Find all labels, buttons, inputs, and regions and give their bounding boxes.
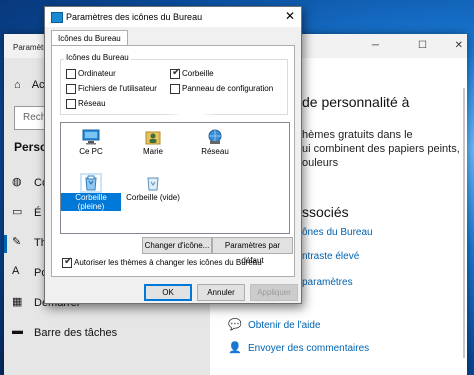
brush-icon: ✎ <box>12 236 22 248</box>
checkmark-icon: ✔ <box>64 256 73 267</box>
list-item-corbeille-vide[interactable]: Corbeille (vide) <box>123 175 183 202</box>
user-folder-icon <box>145 131 161 145</box>
tab-panel: Icônes du Bureau Ordinateur ✔ Corbeille … <box>51 45 295 277</box>
palette-icon: ◍ <box>12 176 22 188</box>
related-settings-heading: ssociés <box>302 204 349 220</box>
sidebar-home[interactable]: ⌂ Ac <box>14 79 45 91</box>
home-label: Ac <box>31 79 45 91</box>
screen-icon: ▭ <box>12 206 23 218</box>
ok-button[interactable]: OK <box>144 284 192 301</box>
scrollbar[interactable] <box>463 88 465 358</box>
checkbox-box[interactable]: ✔ <box>170 67 181 79</box>
list-item-marie[interactable]: Marie <box>123 129 183 156</box>
list-item-ce-pc[interactable]: Ce PC <box>61 129 121 156</box>
computer-icon <box>82 129 100 145</box>
dialog-title: Paramètres des icônes du Bureau <box>66 12 203 22</box>
change-icon-button[interactable]: Changer d'icône... <box>142 237 212 254</box>
feedback-link[interactable]: Envoyer des commentaires <box>248 343 369 354</box>
content-text-line: ui combinent des papiers peints, <box>302 143 460 155</box>
sync-settings-link[interactable]: paramètres <box>302 277 353 288</box>
checkmark-icon: ✔ <box>172 67 181 78</box>
start-icon: ▦ <box>12 296 23 308</box>
tab-desktop-icons[interactable]: Icônes du Bureau <box>51 30 128 46</box>
checkbox-label: Autoriser les thèmes à changer les icône… <box>74 258 262 267</box>
checkbox-label: Réseau <box>78 99 106 108</box>
taskbar-icon: ▬ <box>12 325 23 337</box>
checkbox-box[interactable]: ✔ <box>62 256 73 268</box>
recycle-bin-full-icon <box>85 175 97 191</box>
get-help-link[interactable]: Obtenir de l'aide <box>248 320 321 331</box>
list-item-corbeille-pleine[interactable]: Corbeille (pleine) <box>61 175 121 211</box>
high-contrast-link[interactable]: ntraste élevé <box>302 251 359 262</box>
content-heading: de personnalité à <box>302 94 410 110</box>
dialog-titlebar: Paramètres des icônes du Bureau ✕ <box>45 7 301 27</box>
search-placeholder: Rech <box>23 112 47 123</box>
close-icon[interactable]: ✕ <box>455 40 463 51</box>
network-icon <box>208 129 222 144</box>
checkbox-label: Corbeille <box>182 69 214 78</box>
checkbox-box[interactable] <box>66 84 76 94</box>
apply-button[interactable]: Appliquer <box>250 284 298 301</box>
checkbox-label: Fichiers de l'utilisateur <box>78 84 157 93</box>
checkbox-label: Ordinateur <box>78 69 116 78</box>
icon-caption: Ce PC <box>79 147 103 156</box>
feedback-icon: 👤 <box>228 342 242 354</box>
list-item-reseau[interactable]: Réseau <box>185 129 245 156</box>
checkbox-box[interactable] <box>66 69 76 79</box>
help-icon: 💬 <box>228 319 242 331</box>
dialog-app-icon <box>51 12 63 23</box>
icon-caption: Corbeille (pleine) <box>61 193 121 211</box>
close-icon[interactable]: ✕ <box>285 9 295 23</box>
icon-list: Ce PC Marie Réseau Corbeille (pleine) Co… <box>60 122 290 234</box>
desktop-icons-link[interactable]: ônes du Bureau <box>302 227 373 238</box>
cancel-button[interactable]: Annuler <box>197 284 245 301</box>
font-icon: A <box>12 265 20 277</box>
sidebar-item-label: Barre des tâches <box>34 327 118 339</box>
groupbox-label: Icônes du Bureau <box>64 53 131 62</box>
sidebar-item-taskbar[interactable]: ▬ Barre des tâches <box>4 322 210 346</box>
content-text-line: hèmes gratuits dans le <box>302 129 413 141</box>
desktop-icon-settings-dialog: Paramètres des icônes du Bureau ✕ Icônes… <box>44 6 302 304</box>
icon-caption: Réseau <box>201 147 229 156</box>
recycle-bin-empty-icon <box>147 177 159 191</box>
checkbox-label: Panneau de configuration <box>182 84 274 93</box>
maximize-icon[interactable]: ☐ <box>418 40 427 51</box>
icon-caption: Corbeille (vide) <box>126 193 180 202</box>
checkbox-box[interactable] <box>66 99 76 109</box>
checkbox-box[interactable] <box>170 84 180 94</box>
restore-default-button[interactable]: Paramètres par défaut <box>212 237 293 265</box>
sidebar-item-label: É <box>34 207 42 219</box>
content-text-line: ouleurs <box>302 157 339 169</box>
minimize-icon[interactable]: ─ <box>372 40 379 51</box>
icon-caption: Marie <box>142 147 163 156</box>
home-icon: ⌂ <box>14 79 21 91</box>
